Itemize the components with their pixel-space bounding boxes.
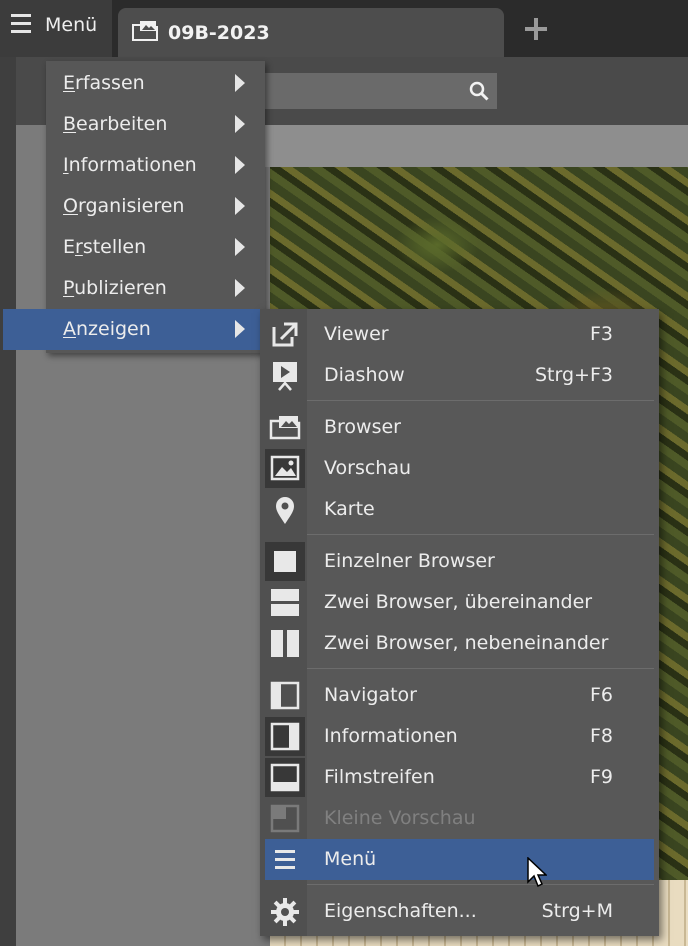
chevron-right-icon [235, 197, 245, 215]
submenu-item-diashow[interactable]: Diashow Strg+F3 [260, 355, 659, 396]
submenu-item-browser[interactable]: Browser [260, 407, 659, 448]
menu-button-label: Menü [45, 14, 98, 36]
tab-label: 09B-2023 [168, 22, 270, 44]
submenu-item-kleine-vorschau: Kleine Vorschau [260, 798, 659, 839]
separator [307, 668, 654, 669]
chevron-right-icon [235, 320, 245, 338]
navigator-panel-icon [270, 681, 300, 710]
left-edge [0, 57, 16, 946]
hamburger-icon [11, 14, 31, 34]
image-preview-icon [265, 449, 305, 488]
submenu-item-viewer[interactable]: Viewer F3 [260, 314, 659, 355]
map-pin-icon [276, 497, 294, 524]
chevron-right-icon [235, 156, 245, 174]
folder-images-icon [132, 21, 158, 41]
gear-icon [271, 898, 299, 926]
menu-item-anzeigen[interactable]: Anzeigen [3, 309, 265, 350]
filmstrip-panel-icon [265, 758, 305, 797]
submenu-item-filmstreifen[interactable]: Filmstreifen F9 [260, 757, 659, 798]
folder-images-icon [269, 416, 301, 440]
separator [307, 534, 654, 535]
top-bar: Menü 09B-2023 [0, 0, 688, 57]
external-window-icon [272, 322, 298, 347]
plus-icon[interactable] [525, 18, 547, 40]
small-preview-icon [270, 804, 300, 833]
separator [307, 884, 654, 885]
menu-item-erfassen[interactable]: Erfassen [46, 63, 265, 104]
slideshow-icon [273, 362, 297, 391]
submenu-item-navigator[interactable]: Navigator F6 [260, 675, 659, 716]
mouse-cursor-icon [527, 857, 547, 888]
search-icon[interactable] [469, 81, 489, 101]
single-pane-icon [265, 542, 305, 581]
split-vertical-icon [271, 630, 299, 657]
chevron-right-icon [235, 115, 245, 133]
view-header-strip [260, 125, 688, 167]
menu-item-bearbeiten[interactable]: Bearbeiten [46, 104, 265, 145]
menu-item-erstellen[interactable]: Erstellen [46, 227, 265, 268]
hamburger-icon [275, 850, 295, 869]
chevron-right-icon [235, 279, 245, 297]
search-input[interactable] [260, 73, 497, 109]
menu-item-publizieren[interactable]: Publizieren [46, 268, 265, 309]
chevron-right-icon [235, 238, 245, 256]
menu-item-organisieren[interactable]: Organisieren [46, 186, 265, 227]
submenu-item-menue[interactable]: Menü [265, 839, 654, 880]
submenu-item-zwei-browser-uebereinander[interactable]: Zwei Browser, übereinander [260, 582, 659, 623]
submenu-item-karte[interactable]: Karte [260, 489, 659, 530]
info-panel-icon [265, 717, 305, 756]
split-horizontal-icon [271, 589, 299, 616]
submenu-anzeigen: Viewer F3 Diashow Strg+F3 Browser Vorsch… [260, 309, 659, 936]
menu-item-informationen[interactable]: Informationen [46, 145, 265, 186]
submenu-item-informationen[interactable]: Informationen F8 [260, 716, 659, 757]
chevron-right-icon [235, 74, 245, 92]
main-menu: Erfassen Bearbeiten Informationen Organi… [3, 61, 265, 353]
submenu-item-zwei-browser-nebeneinander[interactable]: Zwei Browser, nebeneinander [260, 623, 659, 664]
submenu-item-eigenschaften[interactable]: Eigenschaften... Strg+M [260, 891, 659, 932]
submenu-item-vorschau[interactable]: Vorschau [260, 448, 659, 489]
submenu-item-einzelner-browser[interactable]: Einzelner Browser [260, 541, 659, 582]
menu-button[interactable]: Menü [0, 0, 112, 57]
tab-09b-2023[interactable]: 09B-2023 [118, 8, 504, 57]
separator [307, 400, 654, 401]
